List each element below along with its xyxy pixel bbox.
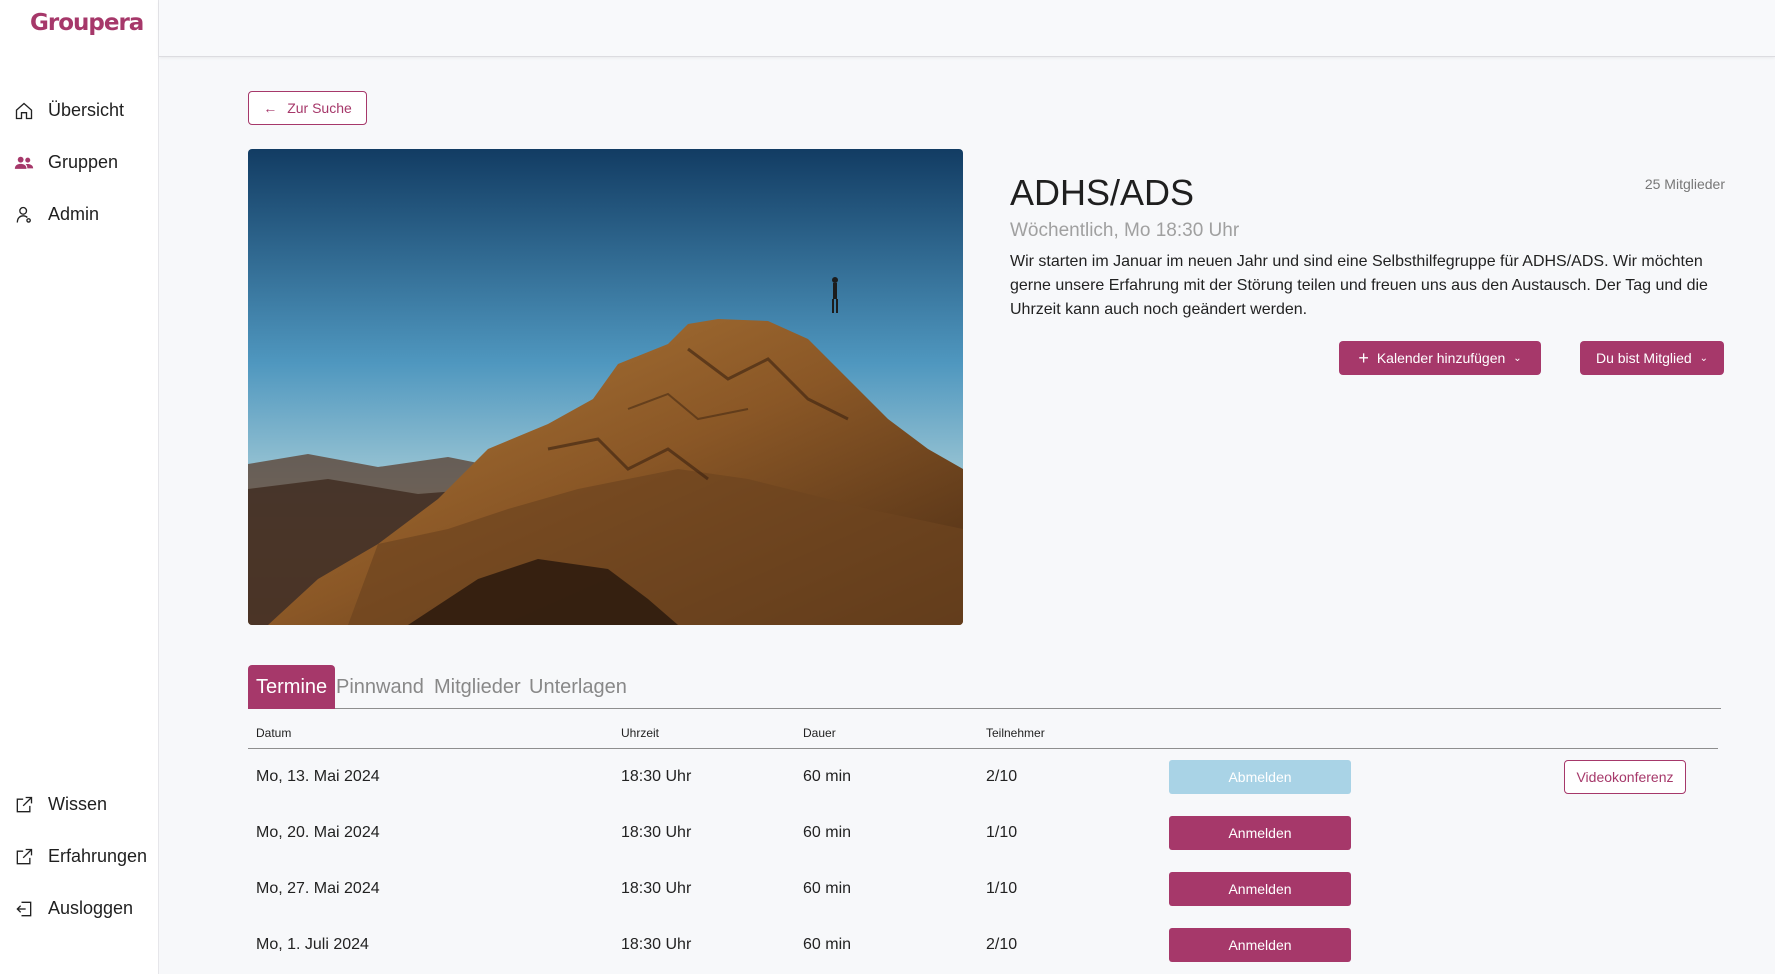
event-time: 18:30 Uhr: [621, 824, 692, 841]
back-button-label: Zur Suche: [287, 100, 352, 116]
chevron-down-icon: ⌄: [1699, 352, 1709, 364]
chevron-down-icon: ⌄: [1513, 352, 1522, 364]
event-duration: 60 min: [803, 768, 852, 785]
column-header-participants: Teilnehmer: [986, 726, 1045, 740]
tab-unterlagen[interactable]: Unterlagen: [529, 665, 627, 709]
column-header-duration: Dauer: [803, 726, 836, 740]
sidebar-item-label: Admin: [48, 204, 100, 224]
unsubscribe-button[interactable]: Abmelden: [1169, 760, 1351, 794]
event-date: Mo, 20. Mai 2024: [256, 824, 380, 841]
sidebar-item-wissen[interactable]: Wissen: [14, 794, 107, 815]
sidebar: Groupera Übersicht Gruppen Admin Wissen …: [0, 0, 159, 974]
signup-button[interactable]: Anmelden: [1169, 816, 1351, 850]
sidebar-item-uebersicht[interactable]: Übersicht: [14, 100, 124, 121]
table-row: Mo, 1. Juli 2024 18:30 Uhr 60 min 2/10 A…: [248, 917, 1718, 973]
plus-icon: +: [1358, 347, 1369, 368]
event-time: 18:30 Uhr: [621, 880, 692, 897]
event-date: Mo, 13. Mai 2024: [256, 768, 380, 785]
tab-mitglieder[interactable]: Mitglieder: [434, 665, 521, 709]
group-image: [248, 149, 963, 625]
event-date: Mo, 27. Mai 2024: [256, 880, 380, 897]
group-tabs: Termine Pinnwand Mitglieder Unterlagen: [248, 665, 1721, 709]
event-participants: 1/10: [986, 824, 1018, 841]
tab-pinnwand[interactable]: Pinnwand: [336, 665, 424, 709]
sidebar-item-admin[interactable]: Admin: [14, 204, 99, 225]
signup-button[interactable]: Anmelden: [1169, 928, 1351, 962]
event-time: 18:30 Uhr: [621, 768, 692, 785]
event-participants: 2/10: [986, 768, 1018, 785]
sidebar-item-label: Wissen: [48, 794, 108, 814]
sidebar-item-erfahrungen[interactable]: Erfahrungen: [14, 846, 147, 867]
logo[interactable]: Groupera: [30, 10, 144, 36]
membership-label: Du bist Mitglied: [1595, 350, 1692, 366]
table-header: Datum Uhrzeit Dauer Teilnehmer: [248, 715, 1718, 749]
users-icon: [14, 156, 34, 169]
home-icon: [15, 102, 33, 119]
event-time: 18:30 Uhr: [621, 936, 692, 953]
sidebar-item-label: Ausloggen: [48, 898, 134, 918]
sidebar-item-label: Erfahrungen: [48, 846, 148, 866]
event-duration: 60 min: [803, 880, 852, 897]
add-calendar-button[interactable]: + Kalender hinzufügen ⌄: [1339, 341, 1541, 375]
sidebar-item-label: Gruppen: [48, 152, 119, 172]
event-duration: 60 min: [803, 824, 852, 841]
group-schedule: Wöchentlich, Mo 18:30 Uhr: [1010, 220, 1240, 241]
logout-icon: [16, 901, 32, 916]
top-bar: [159, 0, 1775, 57]
arrow-left-icon: ←: [263, 100, 278, 116]
tab-termine[interactable]: Termine: [248, 665, 336, 709]
external-link-icon: [16, 848, 33, 864]
admin-icon: [16, 206, 31, 223]
column-header-date: Datum: [256, 726, 292, 740]
sidebar-item-gruppen[interactable]: Gruppen: [14, 152, 118, 173]
back-to-search-button[interactable]: ← Zur Suche: [248, 91, 367, 125]
sidebar-item-ausloggen[interactable]: Ausloggen: [14, 898, 133, 919]
signup-button[interactable]: Anmelden: [1169, 872, 1351, 906]
table-row: Mo, 20. Mai 2024 18:30 Uhr 60 min 1/10 A…: [248, 805, 1718, 861]
sidebar-item-label: Übersicht: [48, 100, 125, 120]
external-link-icon: [16, 796, 33, 812]
group-description: Wir starten im Januar im neuen Jahr und …: [1010, 253, 1708, 318]
table-row: Mo, 27. Mai 2024 18:30 Uhr 60 min 1/10 A…: [248, 861, 1718, 917]
event-duration: 60 min: [803, 936, 852, 953]
video-conference-button[interactable]: Videokonferenz: [1564, 760, 1686, 794]
membership-button[interactable]: Du bist Mitglied ⌄: [1580, 341, 1724, 375]
add-calendar-label: Kalender hinzufügen: [1376, 350, 1506, 366]
table-row: Mo, 13. Mai 2024 18:30 Uhr 60 min 2/10 A…: [248, 749, 1718, 805]
events-table: Datum Uhrzeit Dauer Teilnehmer Mo, 13. M…: [248, 715, 1718, 973]
members-count[interactable]: 25 Mitglieder: [1645, 176, 1725, 192]
column-header-time: Uhrzeit: [621, 726, 660, 740]
event-date: Mo, 1. Juli 2024: [256, 936, 369, 953]
group-title: ADHS/ADS: [1010, 172, 1195, 213]
event-participants: 2/10: [986, 936, 1018, 953]
event-participants: 1/10: [986, 880, 1018, 897]
